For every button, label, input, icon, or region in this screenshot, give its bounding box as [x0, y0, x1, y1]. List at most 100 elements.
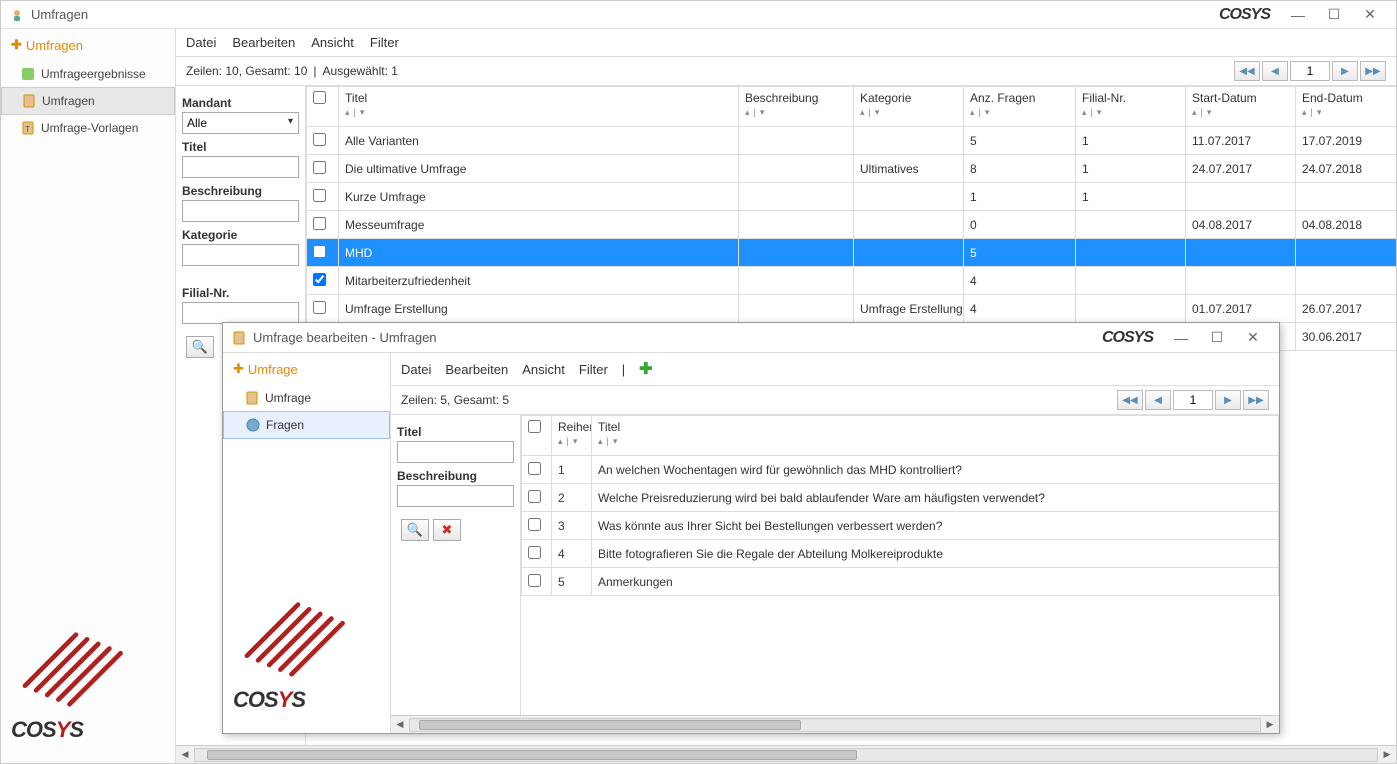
dialog-hscroll-left-icon[interactable]: ◀: [391, 718, 409, 732]
dialog-maximize-button[interactable]: ☐: [1199, 327, 1235, 349]
globe-icon: [246, 418, 260, 432]
col-kategorie[interactable]: Kategorie▴|▾: [854, 87, 964, 127]
dialog-header-checkbox[interactable]: [528, 420, 541, 433]
table-row[interactable]: 4 Bitte fotografieren Sie die Regale der…: [522, 540, 1279, 568]
row-checkbox[interactable]: [313, 189, 326, 202]
pager-prev[interactable]: ◀: [1262, 61, 1288, 81]
dialog-pager-first[interactable]: ◀◀: [1117, 390, 1143, 410]
brand-logo: COSYS: [1219, 6, 1270, 24]
dialog-col-reihen[interactable]: Reihen▴|▾: [552, 416, 592, 456]
sidebar-item-vorlagen[interactable]: T Umfrage-Vorlagen: [1, 115, 175, 141]
row-checkbox[interactable]: [313, 133, 326, 146]
dialog-pager-last[interactable]: ▶▶: [1243, 390, 1269, 410]
row-checkbox[interactable]: [528, 574, 541, 587]
dialog-pager-page-input[interactable]: [1173, 390, 1213, 410]
dialog-titlebar: Umfrage bearbeiten - Umfragen COSYS — ☐ …: [223, 323, 1279, 353]
row-checkbox[interactable]: [528, 518, 541, 531]
cell-anz: 0: [964, 211, 1076, 239]
row-checkbox[interactable]: [313, 217, 326, 230]
table-row[interactable]: Kurze Umfrage 1 1: [307, 183, 1397, 211]
col-anz[interactable]: Anz. Fragen▴|▾: [964, 87, 1076, 127]
menu-datei[interactable]: Datei: [186, 35, 216, 50]
table-row[interactable]: Mitarbeiterzufriedenheit 4: [307, 267, 1397, 295]
cell-anz: 5: [964, 239, 1076, 267]
col-beschreibung[interactable]: Beschreibung▴|▾: [739, 87, 854, 127]
dialog-col-titel[interactable]: Titel▴|▾: [592, 416, 1279, 456]
dialog-clear-button[interactable]: ✖: [433, 519, 461, 541]
dialog-sidebar-item-fragen[interactable]: Fragen: [223, 411, 390, 439]
filter-mandant-select[interactable]: Alle: [182, 112, 299, 134]
col-end[interactable]: End-Datum▴|▾: [1296, 87, 1397, 127]
row-checkbox[interactable]: [313, 273, 326, 286]
binoculars-icon: 🔍: [192, 339, 208, 355]
menu-filter[interactable]: Filter: [370, 35, 399, 50]
cell-titel: Mitarbeiterzufriedenheit: [339, 267, 739, 295]
dialog-table-wrap: Reihen▴|▾ Titel▴|▾ 1 An welchen Wochenta…: [521, 415, 1279, 715]
main-hscroll[interactable]: ◀ ▶: [176, 745, 1396, 763]
menu-ansicht[interactable]: Ansicht: [311, 35, 354, 50]
col-titel[interactable]: Titel▴|▾: [339, 87, 739, 127]
dialog-search-button[interactable]: 🔍: [401, 519, 429, 541]
sidebar-item-umfrageergebnisse[interactable]: Umfrageergebnisse: [1, 61, 175, 87]
search-button[interactable]: 🔍: [186, 336, 214, 358]
main-sidebar: ✚ Umfragen Umfrageergebnisse Umfragen T …: [1, 29, 176, 763]
table-row[interactable]: Umfrage Erstellung Umfrage Erstellung 4 …: [307, 295, 1397, 323]
sidebar-item-umfragen[interactable]: Umfragen: [1, 87, 175, 115]
filter-titel-input[interactable]: [182, 156, 299, 178]
hscroll-left-icon[interactable]: ◀: [176, 748, 194, 762]
dialog-hscroll-right-icon[interactable]: ▶: [1261, 718, 1279, 732]
dialog-filter-panel: Titel Beschreibung 🔍 ✖: [391, 415, 521, 715]
dialog-filter-beschreibung-input[interactable]: [397, 485, 514, 507]
table-row[interactable]: 3 Was könnte aus Ihrer Sicht bei Bestell…: [522, 512, 1279, 540]
row-checkbox[interactable]: [528, 490, 541, 503]
dialog-menu-datei[interactable]: Datei: [401, 362, 431, 377]
minimize-button[interactable]: —: [1280, 4, 1316, 26]
row-checkbox[interactable]: [528, 546, 541, 559]
dialog-menu-ansicht[interactable]: Ansicht: [522, 362, 565, 377]
row-checkbox[interactable]: [528, 462, 541, 475]
maximize-button[interactable]: ☐: [1316, 4, 1352, 26]
header-checkbox[interactable]: [313, 91, 326, 104]
dialog-menu-filter[interactable]: Filter: [579, 362, 608, 377]
sort-asc-icon: ▴: [345, 107, 350, 118]
pager-page-input[interactable]: [1290, 61, 1330, 81]
hscroll-right-icon[interactable]: ▶: [1378, 748, 1396, 762]
dialog-hscroll[interactable]: ◀ ▶: [391, 715, 1279, 733]
dialog-filter-titel-input[interactable]: [397, 441, 514, 463]
dialog-close-button[interactable]: ✕: [1235, 327, 1271, 349]
dialog-pager-next[interactable]: ▶: [1215, 390, 1241, 410]
pager-next[interactable]: ▶: [1332, 61, 1358, 81]
cell-anz: 4: [964, 295, 1076, 323]
table-row[interactable]: 2 Welche Preisreduzierung wird bei bald …: [522, 484, 1279, 512]
dialog-minimize-button[interactable]: —: [1163, 327, 1199, 349]
table-row[interactable]: MHD 5: [307, 239, 1397, 267]
dialog-sidebar-item-umfrage[interactable]: Umfrage: [223, 385, 390, 411]
plus-icon: ✚: [233, 361, 244, 377]
close-button[interactable]: ✕: [1352, 4, 1388, 26]
col-start[interactable]: Start-Datum▴|▾: [1186, 87, 1296, 127]
col-filial[interactable]: Filial-Nr.▴|▾: [1076, 87, 1186, 127]
add-button[interactable]: ✚: [639, 359, 652, 379]
table-row[interactable]: Messeumfrage 0 04.08.2017 04.08.2018: [307, 211, 1397, 239]
app-icon: [9, 7, 25, 23]
dialog-pager-prev[interactable]: ◀: [1145, 390, 1171, 410]
row-checkbox[interactable]: [313, 301, 326, 314]
cell-beschreibung: [739, 239, 854, 267]
table-row[interactable]: Die ultimative Umfrage Ultimatives 8 1 2…: [307, 155, 1397, 183]
filter-filial-input[interactable]: [182, 302, 299, 324]
filter-beschreibung-input[interactable]: [182, 200, 299, 222]
row-checkbox[interactable]: [313, 245, 326, 258]
row-checkbox[interactable]: [313, 161, 326, 174]
table-row[interactable]: Alle Varianten 5 1 11.07.2017 17.07.2019: [307, 127, 1397, 155]
pager-first[interactable]: ◀◀: [1234, 61, 1260, 81]
table-row[interactable]: 5 Anmerkungen: [522, 568, 1279, 596]
table-row[interactable]: 1 An welchen Wochentagen wird für gewöhn…: [522, 456, 1279, 484]
dialog-menu-bearbeiten[interactable]: Bearbeiten: [445, 362, 508, 377]
cell-beschreibung: [739, 127, 854, 155]
main-menubar: Datei Bearbeiten Ansicht Filter: [176, 29, 1396, 57]
menu-bearbeiten[interactable]: Bearbeiten: [232, 35, 295, 50]
pager-last[interactable]: ▶▶: [1360, 61, 1386, 81]
dialog-filter-titel-label: Titel: [397, 425, 514, 439]
filter-kategorie-input[interactable]: [182, 244, 299, 266]
cell-end: 26.07.2017: [1296, 295, 1397, 323]
